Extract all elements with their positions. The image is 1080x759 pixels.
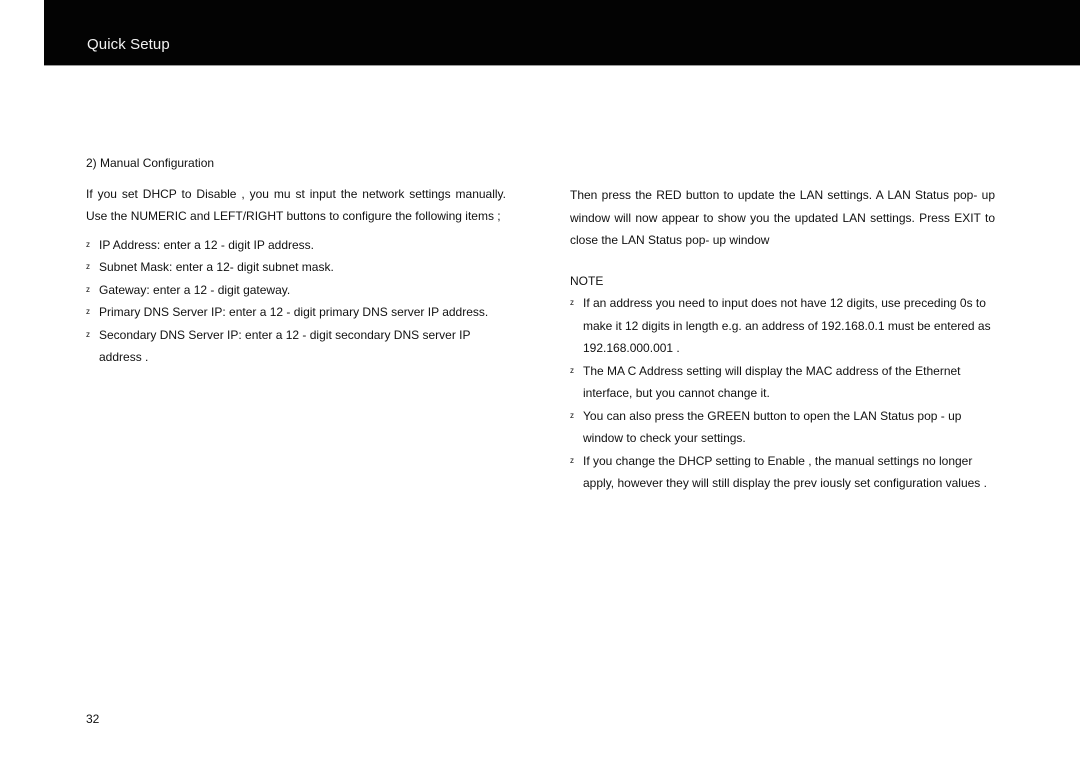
note-item: z If an address you need to input does n… xyxy=(570,292,995,360)
list-item: z IP Address: enter a 12 - digit IP addr… xyxy=(86,234,506,257)
bullet-icon: z xyxy=(86,262,90,271)
list-item: z Secondary DNS Server IP: enter a 12 - … xyxy=(86,324,506,369)
left-column: 2) Manual Configuration If you set DHCP … xyxy=(86,152,506,369)
bullet-icon: z xyxy=(570,365,574,375)
note-item-text: If an address you need to input does not… xyxy=(583,296,991,355)
note-item: z The MA C Address setting will display … xyxy=(570,360,995,405)
list-item-text: Subnet Mask: enter a 12- digit subnet ma… xyxy=(99,260,334,274)
page-title: Quick Setup xyxy=(87,36,170,53)
list-item: z Primary DNS Server IP: enter a 12 - di… xyxy=(86,301,506,324)
right-column: Then press the RED button to update the … xyxy=(570,184,995,495)
bullet-icon: z xyxy=(570,298,574,307)
note-item: z You can also press the GREEN button to… xyxy=(570,405,995,450)
section-heading: 2) Manual Configuration xyxy=(86,156,215,170)
note-item-text: If you change the DHCP setting to Enable… xyxy=(583,453,987,491)
list-item: z Gateway: enter a 12 - digit gateway. xyxy=(86,279,506,302)
note-label: NOTE xyxy=(570,273,604,288)
list-item-text: Gateway: enter a 12 - digit gateway. xyxy=(99,282,291,297)
list-item-text: IP Address: enter a 12 - digit IP addres… xyxy=(99,237,315,252)
bullet-icon: z xyxy=(86,307,90,316)
note-item-text: The MA C Address setting will display th… xyxy=(583,363,961,401)
update-paragraph: Then press the RED button to update the … xyxy=(570,188,995,247)
bullet-icon: z xyxy=(570,455,574,465)
header-banner: Quick Setup xyxy=(44,0,1080,66)
list-item-text: Secondary DNS Server IP: enter a 12 - di… xyxy=(99,327,471,365)
notes-list: z If an address you need to input does n… xyxy=(570,292,995,495)
note-item: z If you change the DHCP setting to Enab… xyxy=(570,450,995,495)
bullet-icon: z xyxy=(86,239,90,249)
intro-paragraph: If you set DHCP to Disable , you mu st i… xyxy=(86,186,506,224)
list-item: z Subnet Mask: enter a 12- digit subnet … xyxy=(86,256,506,279)
bullet-icon: z xyxy=(570,410,574,420)
list-item-text: Primary DNS Server IP: enter a 12 - digi… xyxy=(99,305,489,319)
note-item-text: You can also press the GREEN button to o… xyxy=(583,408,962,446)
page-number: 32 xyxy=(86,712,100,726)
bullet-icon: z xyxy=(86,329,90,339)
bullet-icon: z xyxy=(86,284,90,294)
settings-list: z IP Address: enter a 12 - digit IP addr… xyxy=(86,234,506,369)
